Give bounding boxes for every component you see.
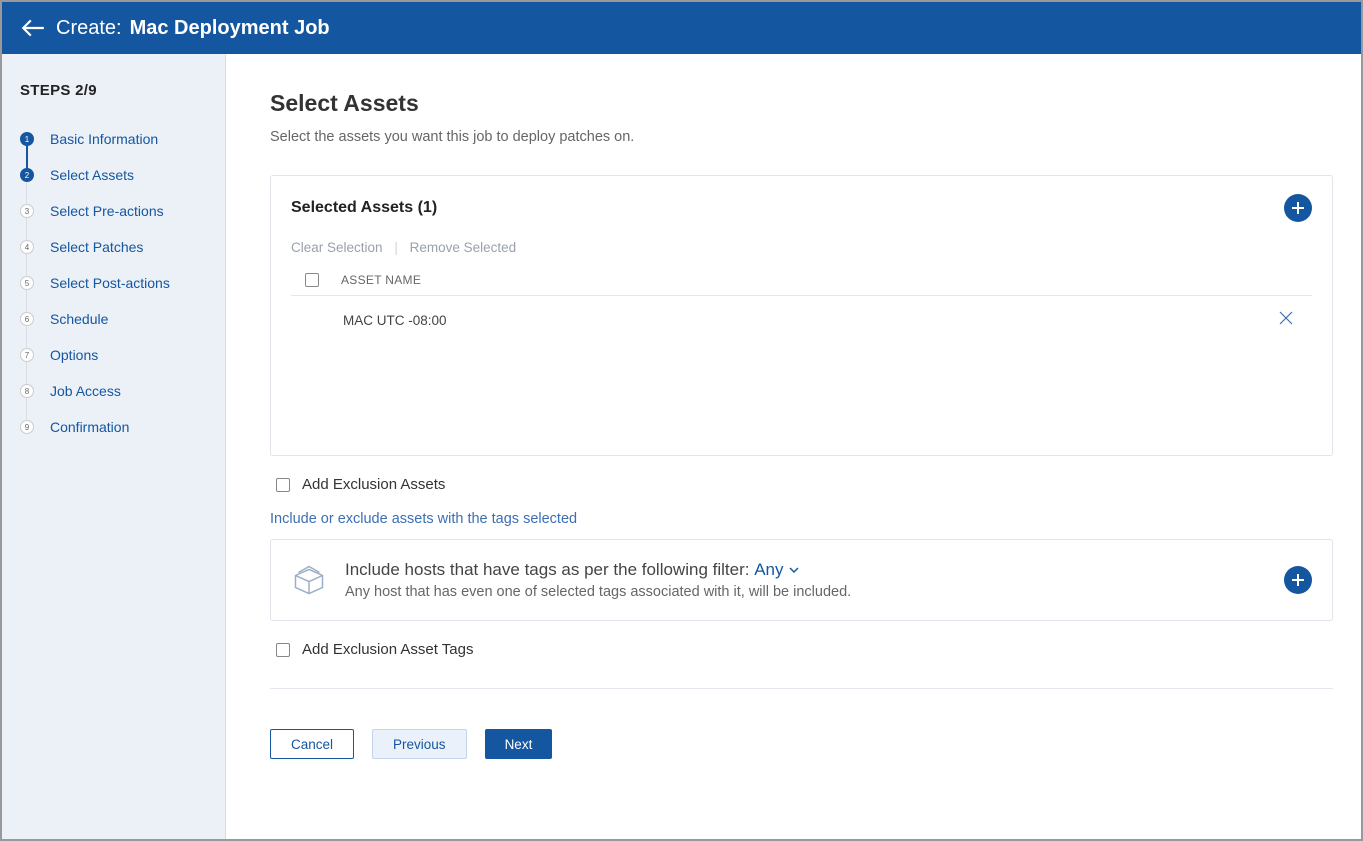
- selected-assets-panel: Selected Assets (1) Clear Selection | Re…: [270, 175, 1333, 456]
- step-label: Schedule: [50, 311, 108, 327]
- step-number: 9: [20, 420, 34, 434]
- step-label: Select Assets: [50, 167, 134, 183]
- step-label: Confirmation: [50, 419, 129, 435]
- step-8[interactable]: 8 Job Access: [20, 373, 207, 409]
- step-number: 8: [20, 384, 34, 398]
- include-tags-sub: Any host that has even one of selected t…: [345, 584, 1266, 600]
- step-number: 2: [20, 168, 34, 182]
- chevron-down-icon: [788, 564, 800, 576]
- table-row: MAC UTC -08:00: [291, 296, 1312, 345]
- step-label: Options: [50, 347, 98, 363]
- previous-button[interactable]: Previous: [372, 729, 467, 759]
- close-icon: [1278, 310, 1294, 326]
- step-6[interactable]: 6 Schedule: [20, 301, 207, 337]
- step-label: Select Post-actions: [50, 275, 170, 291]
- add-exclusion-tags-row[interactable]: Add Exclusion Asset Tags: [276, 641, 1333, 658]
- main-content: Select Assets Select the assets you want…: [226, 54, 1361, 839]
- clear-selection-link[interactable]: Clear Selection: [291, 240, 383, 255]
- step-2[interactable]: 2 Select Assets: [20, 157, 207, 193]
- step-9[interactable]: 9 Confirmation: [20, 409, 207, 445]
- page-subtitle: Select the assets you want this job to d…: [270, 129, 1333, 145]
- add-exclusion-assets-checkbox[interactable]: [276, 478, 290, 492]
- step-5[interactable]: 5 Select Post-actions: [20, 265, 207, 301]
- action-divider: |: [394, 240, 398, 255]
- step-number: 3: [20, 204, 34, 218]
- step-4[interactable]: 4 Select Patches: [20, 229, 207, 265]
- include-tags-title-text: Include hosts that have tags as per the …: [345, 560, 749, 579]
- step-number: 5: [20, 276, 34, 290]
- app-header: Create: Mac Deployment Job: [2, 2, 1361, 54]
- page-title: Select Assets: [270, 90, 1333, 117]
- asset-name-cell: MAC UTC -08:00: [343, 313, 1274, 328]
- remove-row-button[interactable]: [1274, 310, 1298, 331]
- include-tags-panel: Include hosts that have tags as per the …: [270, 539, 1333, 621]
- step-label: Basic Information: [50, 131, 158, 147]
- steps-counter: STEPS 2/9: [20, 82, 207, 99]
- back-arrow-icon[interactable]: [20, 15, 46, 41]
- step-label: Job Access: [50, 383, 121, 399]
- step-label: Select Patches: [50, 239, 143, 255]
- assets-table-header: ASSET NAME: [291, 265, 1312, 296]
- next-button[interactable]: Next: [485, 729, 553, 759]
- wizard-footer: Cancel Previous Next: [270, 688, 1333, 759]
- column-asset-name: ASSET NAME: [341, 273, 421, 287]
- tags-hint: Include or exclude assets with the tags …: [270, 511, 1333, 527]
- select-all-checkbox[interactable]: [305, 273, 319, 287]
- step-number: 4: [20, 240, 34, 254]
- tag-filter-value: Any: [754, 560, 783, 580]
- remove-selected-link[interactable]: Remove Selected: [410, 240, 517, 255]
- selected-assets-title: Selected Assets (1): [291, 199, 437, 217]
- plus-icon: [1291, 573, 1305, 587]
- tag-filter-dropdown[interactable]: Any: [754, 560, 799, 580]
- steps-sidebar: STEPS 2/9 1 Basic Information 2 Select Asse…: [2, 54, 226, 839]
- plus-icon: [1291, 201, 1305, 215]
- step-number: 7: [20, 348, 34, 362]
- cancel-button[interactable]: Cancel: [270, 729, 354, 759]
- header-create-label: Create:: [56, 17, 122, 40]
- add-exclusion-assets-row[interactable]: Add Exclusion Assets: [276, 476, 1333, 493]
- add-asset-button[interactable]: [1284, 194, 1312, 222]
- include-tags-title: Include hosts that have tags as per the …: [345, 560, 1266, 580]
- add-exclusion-tags-checkbox[interactable]: [276, 643, 290, 657]
- step-label: Select Pre-actions: [50, 203, 164, 219]
- header-title: Mac Deployment Job: [130, 17, 330, 40]
- step-number: 1: [20, 132, 34, 146]
- step-1[interactable]: 1 Basic Information: [20, 121, 207, 157]
- step-3[interactable]: 3 Select Pre-actions: [20, 193, 207, 229]
- add-tag-button[interactable]: [1284, 566, 1312, 594]
- add-exclusion-tags-label: Add Exclusion Asset Tags: [302, 641, 474, 658]
- add-exclusion-assets-label: Add Exclusion Assets: [302, 476, 445, 493]
- box-icon: [291, 562, 327, 598]
- step-7[interactable]: 7 Options: [20, 337, 207, 373]
- step-number: 6: [20, 312, 34, 326]
